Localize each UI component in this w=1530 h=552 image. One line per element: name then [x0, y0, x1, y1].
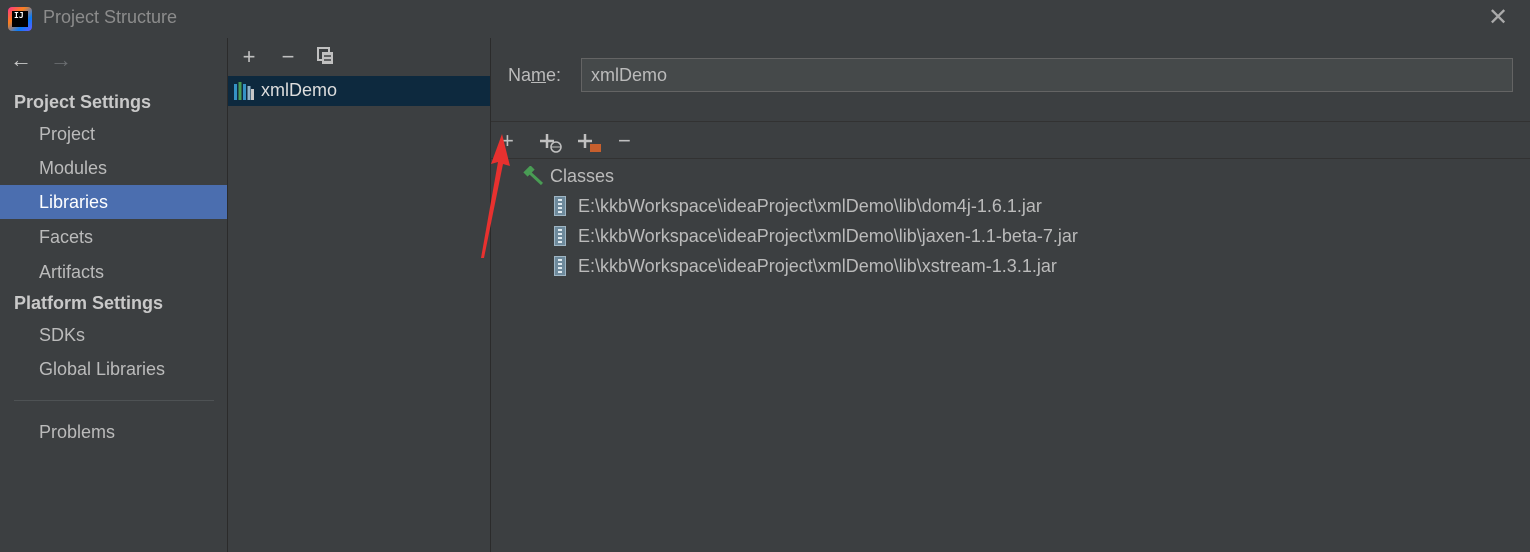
close-icon[interactable]: ✕: [1484, 4, 1512, 32]
tree-node-label: E:\kkbWorkspace\ideaProject\xmlDemo\lib\…: [578, 226, 1078, 246]
sidebar-item-global-libraries[interactable]: Global Libraries: [0, 352, 227, 386]
name-label: Name:: [508, 65, 561, 86]
section-project-settings: Project Settings: [14, 92, 152, 112]
copy-library-button[interactable]: [314, 46, 338, 70]
remove-library-button[interactable]: −: [276, 46, 300, 70]
copy-icon: [317, 47, 333, 64]
settings-sidebar: ← → Project Settings Project Modules Lib…: [0, 38, 227, 552]
nav-row: ← →: [0, 48, 227, 72]
library-icon: [234, 82, 254, 100]
library-item-xmldemo[interactable]: xmlDemo: [228, 76, 490, 106]
jar-icon: [554, 196, 566, 216]
app-icon-text: IJ: [12, 11, 28, 27]
sidebar-item-project[interactable]: Project: [0, 117, 227, 151]
intellij-idea-icon: IJ: [8, 7, 32, 31]
name-label-mnemonic: m: [531, 65, 547, 85]
sidebar-item-facets[interactable]: Facets: [0, 220, 227, 254]
add-url-button[interactable]: [538, 130, 564, 154]
title-bar: IJ Project Structure ✕: [0, 0, 1530, 38]
hammer-icon: [523, 166, 544, 186]
libraries-panel: + − xmlDemo: [228, 38, 490, 552]
add-jar-directory-icon: [578, 134, 601, 152]
separator: [491, 121, 1530, 122]
tree-node-jar[interactable]: E:\kkbWorkspace\ideaProject\xmlDemo\lib\…: [554, 192, 1042, 220]
sidebar-item-artifacts[interactable]: Artifacts: [0, 255, 227, 289]
jar-icon: [554, 256, 566, 276]
tree-node-classes[interactable]: Classes: [523, 162, 614, 190]
remove-classes-button[interactable]: −: [618, 130, 644, 154]
tree-node-label: E:\kkbWorkspace\ideaProject\xmlDemo\lib\…: [578, 196, 1042, 216]
red-arrow-annotation: [481, 134, 510, 258]
sidebar-item-sdks[interactable]: SDKs: [0, 318, 227, 352]
add-jar-directory-button[interactable]: [577, 130, 603, 154]
library-label: xmlDemo: [261, 80, 338, 100]
library-details-panel: Name: + − Classes: [491, 38, 1530, 552]
name-label-prefix: Na: [508, 65, 532, 85]
back-arrow-icon[interactable]: ←: [10, 48, 32, 72]
sidebar-item-modules[interactable]: Modules: [0, 151, 227, 185]
add-url-icon: [540, 134, 562, 153]
sidebar-item-problems[interactable]: Problems: [0, 415, 227, 449]
add-library-button[interactable]: +: [237, 46, 261, 70]
window-title: Project Structure: [43, 7, 178, 27]
jar-icon: [554, 226, 566, 246]
name-field[interactable]: [581, 58, 1513, 92]
name-label-suffix: e:: [546, 65, 562, 85]
separator: [491, 158, 1530, 159]
tree-node-jar[interactable]: E:\kkbWorkspace\ideaProject\xmlDemo\lib\…: [554, 252, 1057, 280]
forward-arrow-icon[interactable]: →: [50, 48, 72, 72]
sidebar-item-libraries[interactable]: Libraries: [0, 185, 227, 219]
tree-node-label: Classes: [550, 166, 615, 186]
tree-node-label: E:\kkbWorkspace\ideaProject\xmlDemo\lib\…: [578, 256, 1057, 276]
tree-node-jar[interactable]: E:\kkbWorkspace\ideaProject\xmlDemo\lib\…: [554, 222, 1078, 250]
section-platform-settings: Platform Settings: [14, 293, 164, 313]
sidebar-divider: [14, 400, 214, 401]
